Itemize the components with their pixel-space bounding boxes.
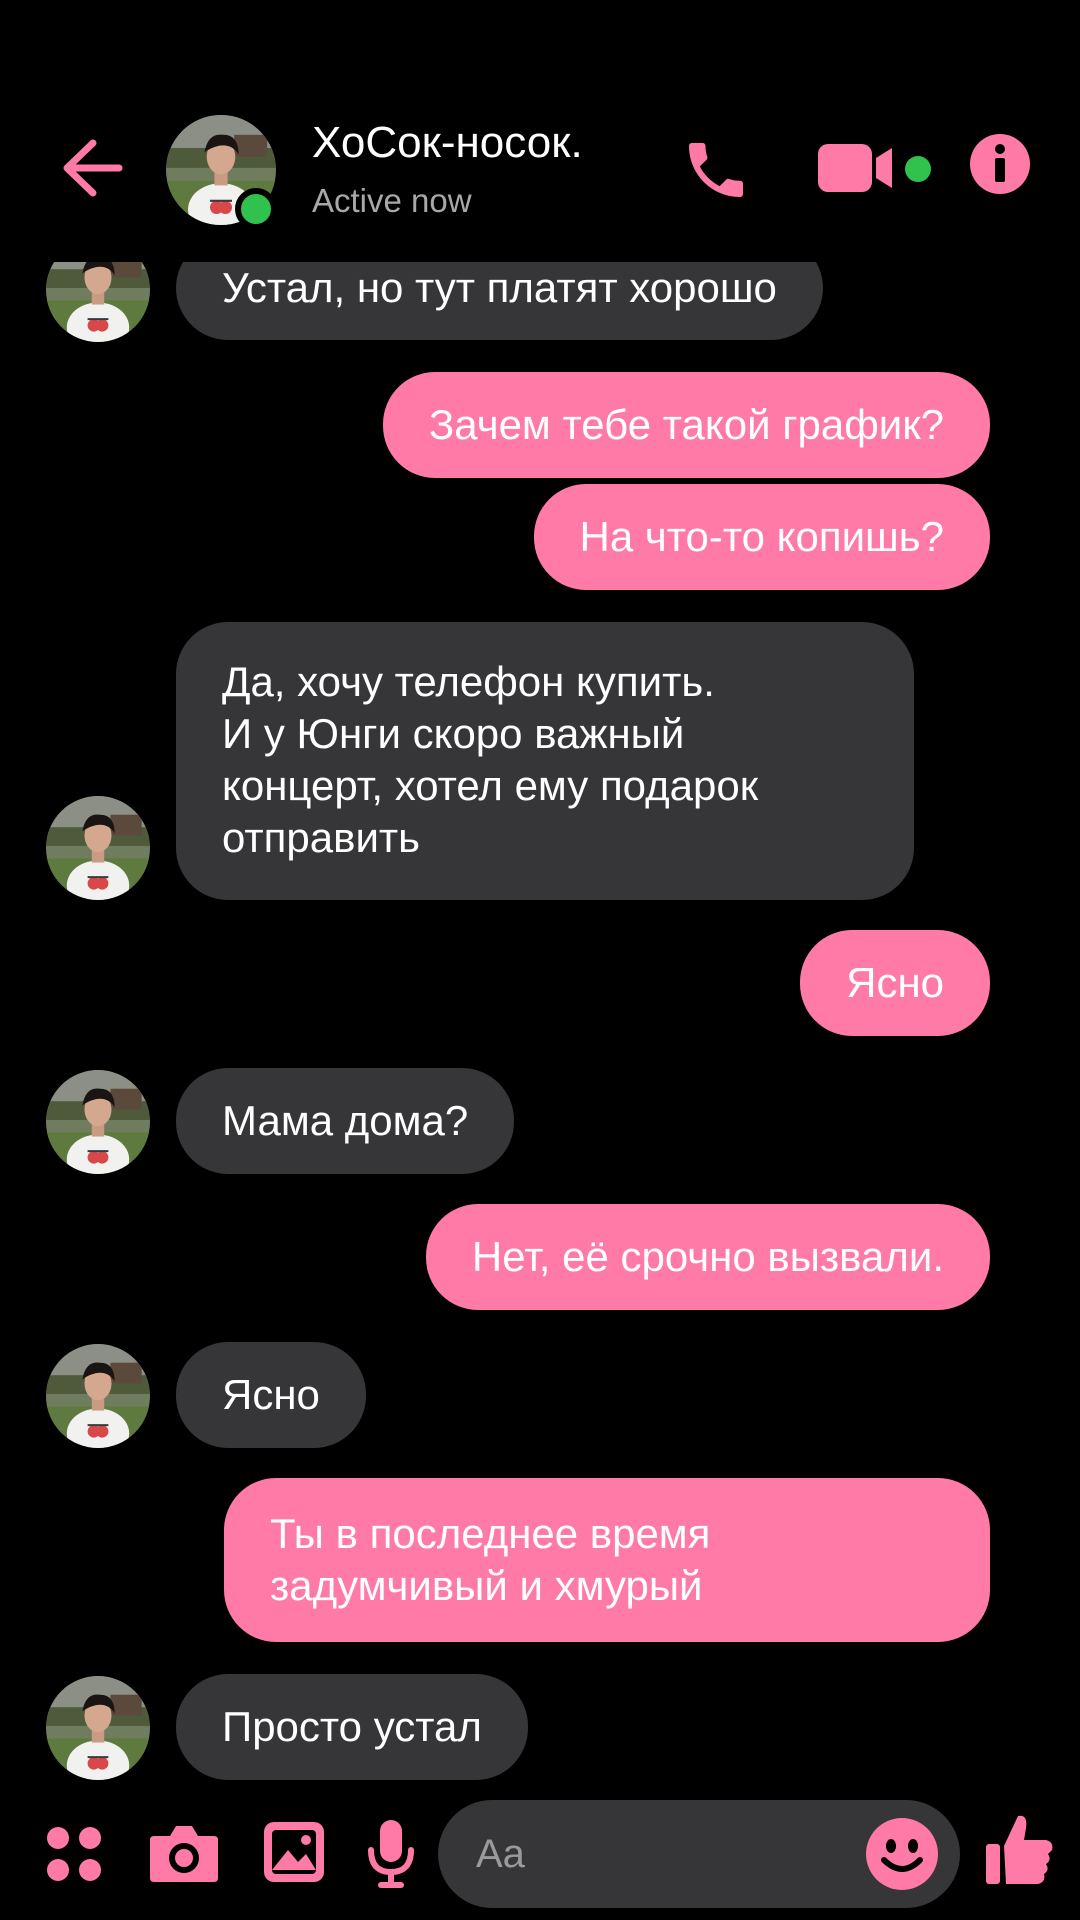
thumbs-up-icon (986, 1815, 1053, 1884)
emoji-icon (866, 1818, 938, 1890)
message-input[interactable] (476, 1800, 836, 1908)
message-text: Устал, но тут платят хорошо (222, 264, 777, 311)
message-text: Нет, её срочно вызвали. (471, 1233, 944, 1280)
phone-icon (689, 143, 743, 197)
contact-status: Active now (312, 182, 472, 219)
emoji-button[interactable] (862, 1814, 942, 1894)
message-line: задумчивый и хмурый (270, 1562, 703, 1609)
contact-avatar[interactable] (46, 1070, 150, 1174)
voice-call-button[interactable] (676, 130, 756, 210)
message-text: На что-то копишь? (579, 513, 945, 560)
message-text: Ясно (222, 1371, 320, 1418)
message-text: Мама дома? (222, 1097, 469, 1144)
message-line: И у Юнги скоро важный (222, 710, 685, 757)
gallery-icon (264, 1822, 324, 1882)
info-button[interactable] (968, 132, 1032, 196)
arrow-left-icon (63, 139, 123, 197)
contact-avatar[interactable] (46, 1676, 150, 1780)
online-status-dot (235, 188, 277, 230)
message-line: Ты в последнее время (270, 1510, 711, 1557)
message-incoming[interactable]: Ясно (176, 1342, 366, 1448)
voice-message-button[interactable] (366, 1818, 416, 1890)
apps-icon (47, 1827, 101, 1881)
message-outgoing[interactable]: На что-то копишь? (533, 484, 990, 590)
message-thread[interactable]: Устал, но тут платят хорошо Зачем тебе т… (0, 0, 1080, 1800)
message-text: Ясно (846, 959, 944, 1006)
contact-avatar[interactable] (46, 796, 150, 900)
message-outgoing[interactable]: Ты в последнее время задумчивый и хмурый (224, 1478, 990, 1642)
message-line: отправить (222, 814, 421, 861)
video-camera-icon (818, 144, 931, 192)
message-incoming[interactable]: Просто устал (176, 1674, 528, 1780)
message-outgoing[interactable]: Ясно (800, 930, 990, 1036)
message-outgoing[interactable]: Зачем тебе такой график? (382, 372, 990, 478)
message-text: Зачем тебе такой график? (428, 401, 944, 448)
contact-avatar[interactable] (46, 1344, 150, 1448)
camera-icon (150, 1826, 218, 1882)
message-text: Просто устал (222, 1703, 482, 1750)
video-call-button[interactable] (816, 136, 936, 202)
message-line: концерт, хотел ему подарок (222, 762, 759, 809)
contact-name[interactable]: ХоСок-носок. (312, 118, 583, 168)
chat-header: ХоСок-носок. Active now (0, 0, 1080, 262)
gallery-button[interactable] (262, 1820, 326, 1884)
microphone-icon (368, 1820, 414, 1888)
apps-button[interactable] (44, 1824, 104, 1884)
message-incoming[interactable]: Да, хочу телефон купить. И у Юнги скоро … (176, 622, 914, 900)
message-composer (438, 1800, 960, 1908)
like-button[interactable] (984, 1812, 1054, 1888)
message-line: Да, хочу телефон купить. (222, 658, 715, 705)
message-incoming[interactable]: Мама дома? (176, 1068, 515, 1174)
camera-button[interactable] (148, 1822, 220, 1884)
info-icon (970, 134, 1030, 194)
message-outgoing[interactable]: Нет, её срочно вызвали. (425, 1204, 990, 1310)
back-button[interactable] (60, 128, 124, 208)
